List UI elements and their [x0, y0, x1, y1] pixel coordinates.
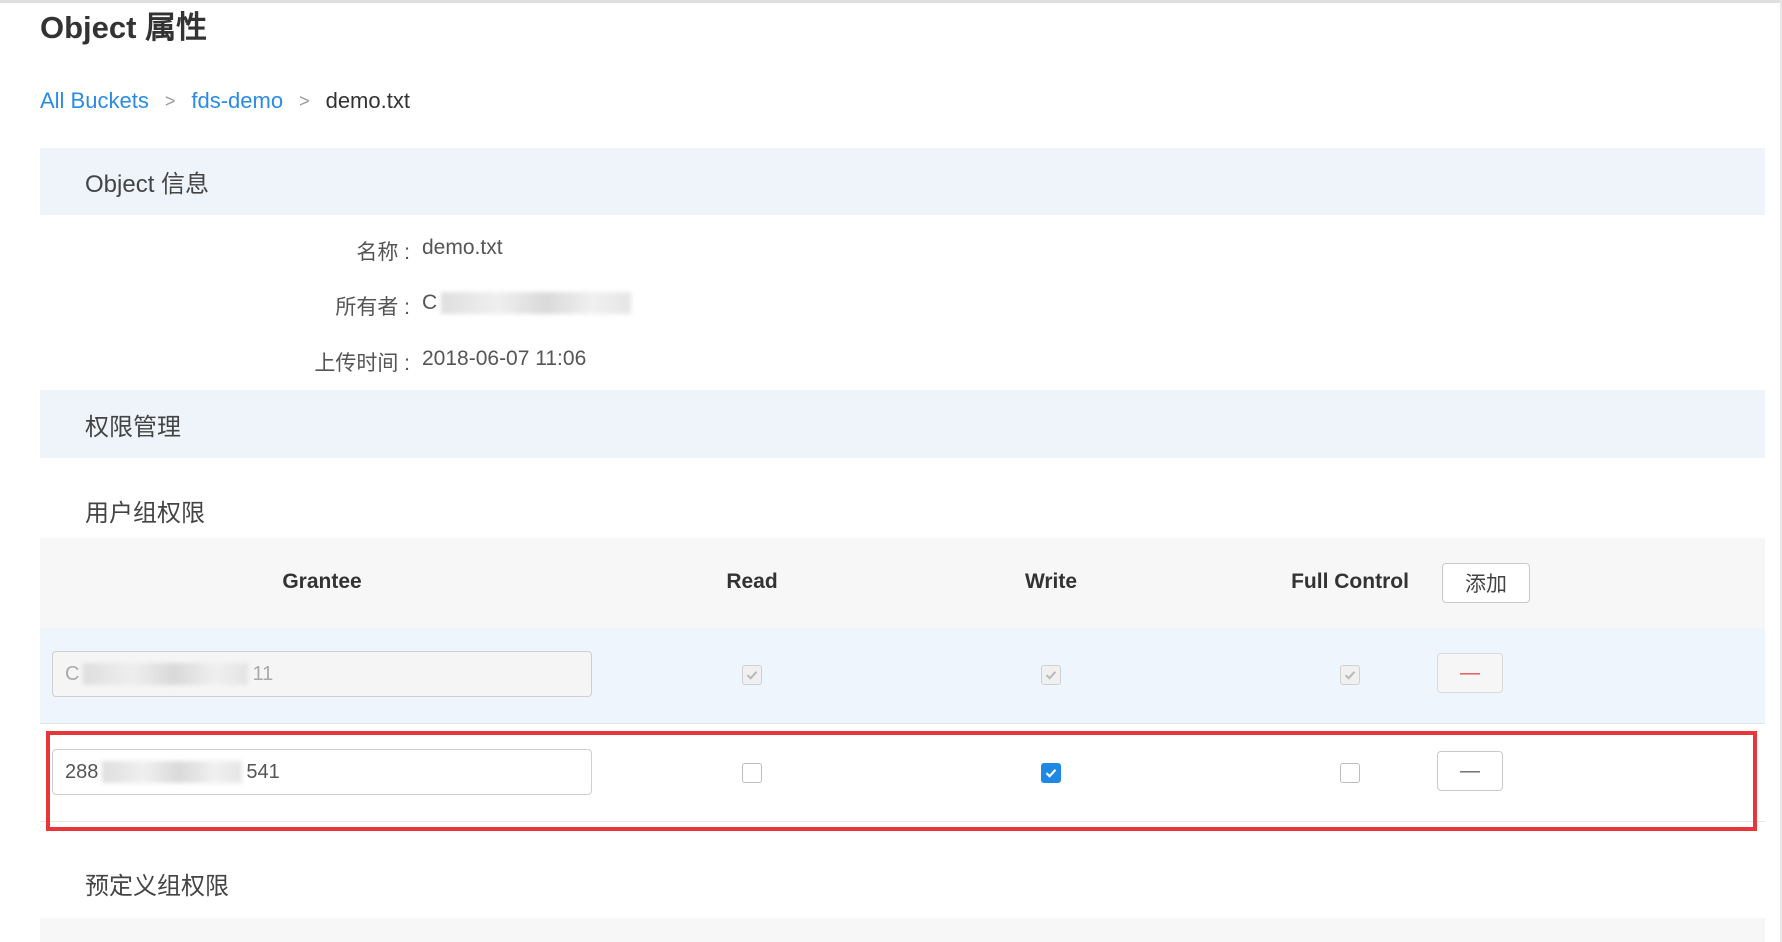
- check-icon: [1344, 671, 1356, 680]
- object-info-header: Object 信息: [40, 148, 1765, 215]
- info-row-name: 名称 : demo.txt: [40, 236, 740, 266]
- predefined-group-permissions-title: 预定义组权限: [85, 873, 229, 900]
- page-title: Object 属性: [40, 10, 208, 45]
- top-border: [0, 0, 1782, 3]
- upload-time-value: 2018-06-07 11:06: [422, 347, 587, 370]
- grantee-input[interactable]: C 11: [52, 651, 592, 697]
- breadcrumb-separator: >: [299, 90, 310, 111]
- breadcrumb-current-object: demo.txt: [325, 88, 410, 113]
- check-icon: [1045, 769, 1057, 778]
- add-permission-button[interactable]: 添加: [1442, 563, 1530, 603]
- breadcrumb-bucket[interactable]: fds-demo: [191, 88, 283, 114]
- check-icon: [1045, 671, 1057, 680]
- read-checkbox[interactable]: [742, 665, 762, 685]
- write-checkbox[interactable]: [1041, 763, 1061, 783]
- owner-value: C: [422, 291, 632, 315]
- info-row-owner: 所有者 : C: [40, 291, 740, 321]
- column-write: Write: [1024, 570, 1078, 593]
- remove-row-button[interactable]: —: [1437, 751, 1503, 791]
- upload-time-label: 上传时间 :: [314, 352, 410, 375]
- column-read: Read: [726, 570, 778, 593]
- breadcrumb: All Buckets > fds-demo > demo.txt: [40, 88, 410, 114]
- remove-row-button[interactable]: —: [1437, 653, 1503, 693]
- user-group-permissions-title: 用户组权限: [85, 500, 205, 527]
- table-row: 288 541 —: [40, 726, 1765, 822]
- grantee-prefix: C: [65, 662, 80, 685]
- breadcrumb-all-buckets[interactable]: All Buckets: [40, 88, 149, 114]
- column-grantee: Grantee: [282, 570, 362, 593]
- redacted-grantee: [83, 663, 249, 685]
- predefined-table-header: [40, 918, 1765, 942]
- full-control-checkbox[interactable]: [1340, 665, 1360, 685]
- write-checkbox[interactable]: [1041, 665, 1061, 685]
- grantee-suffix: 541: [246, 760, 280, 783]
- grantee-prefix: 288: [65, 760, 99, 783]
- owner-value-prefix: C: [422, 291, 438, 314]
- table-header: Grantee Read Write Full Control 添加: [40, 538, 1765, 628]
- breadcrumb-separator: >: [164, 90, 176, 111]
- permissions-table: Grantee Read Write Full Control 添加 C 11 …: [40, 538, 1765, 826]
- info-row-upload-time: 上传时间 : 2018-06-07 11:06: [40, 347, 740, 377]
- table-row: C 11 —: [40, 628, 1765, 724]
- read-checkbox[interactable]: [742, 763, 762, 783]
- grantee-input[interactable]: 288 541: [52, 749, 592, 795]
- name-label: 名称 :: [356, 241, 410, 264]
- redacted-grantee: [102, 761, 243, 783]
- column-full-control: Full Control: [1291, 570, 1409, 593]
- check-icon: [746, 671, 758, 680]
- owner-label: 所有者 :: [335, 296, 410, 319]
- object-info-title: Object 信息: [85, 171, 210, 198]
- name-value: demo.txt: [422, 236, 503, 259]
- redacted-owner: [441, 292, 632, 315]
- full-control-checkbox[interactable]: [1340, 763, 1360, 783]
- permission-header: 权限管理: [40, 390, 1765, 458]
- grantee-suffix: 11: [252, 662, 274, 685]
- permission-title: 权限管理: [85, 413, 181, 441]
